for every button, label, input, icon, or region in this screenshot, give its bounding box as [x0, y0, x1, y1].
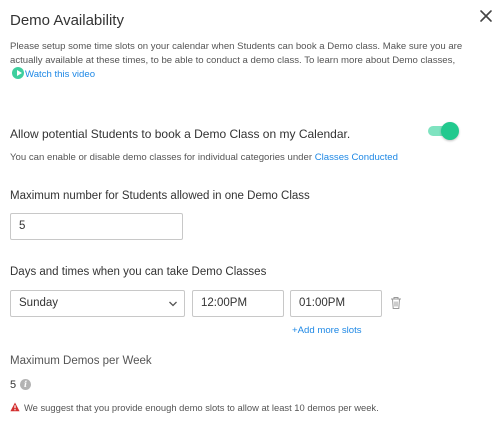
intro-text: Please setup some time slots on your cal… [10, 41, 463, 66]
toggle-knob [441, 122, 459, 140]
warning-text: We suggest that you provide enough demo … [24, 402, 379, 413]
intro-text-block: Please setup some time slots on your cal… [10, 40, 484, 82]
close-icon[interactable] [478, 8, 494, 24]
chevron-down-icon [169, 301, 177, 307]
info-icon[interactable]: i [20, 379, 31, 390]
allow-demo-label: Allow potential Students to book a Demo … [10, 127, 351, 141]
enable-note-text: You can enable or disable demo classes f… [10, 152, 313, 163]
classes-conducted-link[interactable]: Classes Conducted [315, 152, 398, 163]
trash-icon[interactable] [390, 296, 402, 310]
max-demos-label: Maximum Demos per Week [10, 355, 152, 367]
watch-video-link[interactable]: Watch this video [10, 67, 96, 80]
day-select[interactable]: Sunday [10, 290, 185, 317]
schedule-label: Days and times when you can take Demo Cl… [10, 266, 267, 278]
warning-icon [10, 402, 20, 412]
add-more-slots-link[interactable]: +Add more slots [292, 325, 362, 336]
day-select-value: Sunday [19, 297, 59, 309]
start-time-input[interactable]: 12:00PM [192, 290, 284, 317]
dialog-title: Demo Availability [10, 12, 124, 29]
demo-availability-dialog: Demo Availability Please setup some time… [0, 0, 498, 427]
end-time-input[interactable]: 01:00PM [290, 290, 382, 317]
watch-video-label: Watch this video [25, 69, 96, 80]
play-icon [12, 67, 24, 79]
max-demos-value: 5 [10, 379, 17, 391]
max-students-label: Maximum number for Students allowed in o… [10, 190, 310, 202]
enable-note: You can enable or disable demo classes f… [10, 152, 398, 163]
allow-demo-toggle[interactable] [428, 122, 459, 140]
max-students-input[interactable]: 5 [10, 213, 183, 240]
